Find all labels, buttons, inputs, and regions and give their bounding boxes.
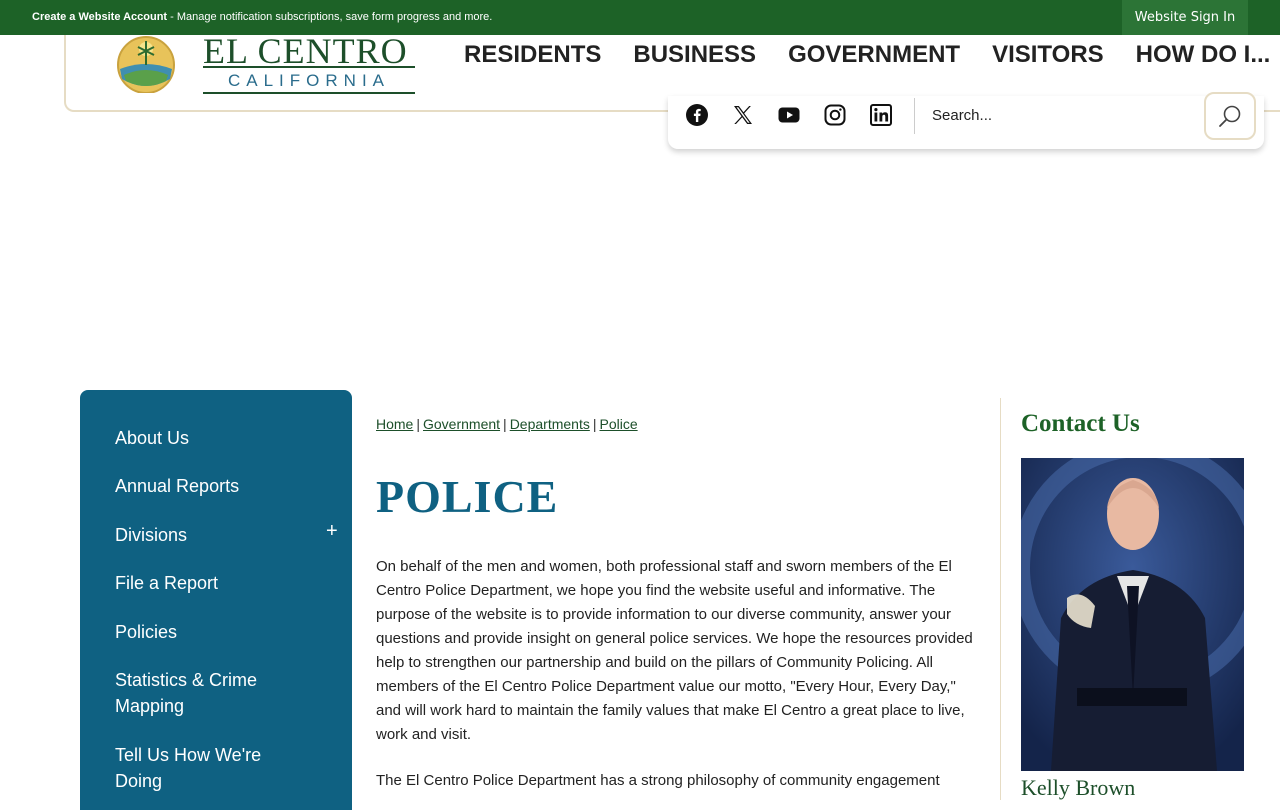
breadcrumb: Home | Government | Departments | Police	[376, 416, 638, 432]
notification-bar: Create a Website Account - Manage notifi…	[0, 0, 1280, 35]
search-input[interactable]	[932, 102, 1192, 128]
sidebar-item-policies[interactable]: Policies	[115, 619, 315, 645]
nav-government[interactable]: GOVERNMENT	[772, 40, 976, 70]
search-icon	[1219, 105, 1241, 127]
page-title: POLICE	[376, 471, 559, 522]
sidebar-item-tell-us-how-were-doing[interactable]: Tell Us How We're Doing	[115, 742, 275, 794]
social-links	[684, 102, 894, 128]
nav-how-do-i[interactable]: HOW DO I...	[1120, 40, 1280, 70]
police-chief-photo	[1021, 458, 1244, 771]
breadcrumb-home[interactable]: Home	[376, 416, 413, 432]
breadcrumb-departments[interactable]: Departments	[510, 416, 590, 432]
sidebar-item-file-a-report[interactable]: File a Report	[115, 570, 315, 596]
website-sign-in-button[interactable]: Website Sign In	[1122, 0, 1248, 35]
city-seal-logo[interactable]	[110, 35, 182, 93]
sidebar-item-divisions[interactable]: Divisions	[115, 522, 315, 548]
breadcrumb-separator: |	[503, 416, 507, 432]
intro-paragraph: On behalf of the men and women, both pro…	[376, 558, 973, 743]
sidebar-item-about-us[interactable]: About Us	[115, 425, 315, 451]
site-subtitle: CALIFORNIA	[203, 66, 415, 94]
search-button[interactable]	[1204, 92, 1256, 140]
create-account-link[interactable]: Create a Website Account	[32, 11, 167, 23]
nav-visitors[interactable]: VISITORS	[976, 40, 1120, 70]
sidebar-nav: About Us Annual Reports Divisions + File…	[80, 390, 352, 810]
divisions-expand-toggle[interactable]: +	[326, 520, 338, 543]
contact-name: Kelly Brown	[1021, 775, 1136, 800]
tools-divider	[914, 98, 915, 134]
x-icon[interactable]	[730, 102, 756, 128]
breadcrumb-separator: |	[592, 416, 597, 432]
column-divider	[1000, 398, 1001, 800]
sidebar-item-statistics-crime-mapping[interactable]: Statistics & Crime Mapping	[115, 667, 275, 719]
breadcrumb-government[interactable]: Government	[423, 416, 500, 432]
main-navigation: RESIDENTS BUSINESS GOVERNMENT VISITORS H…	[448, 40, 1280, 70]
youtube-icon[interactable]	[776, 102, 802, 128]
social-search-panel	[668, 92, 1264, 149]
breadcrumb-police[interactable]: Police	[599, 416, 637, 432]
instagram-icon[interactable]	[822, 102, 848, 128]
contact-us-heading: Contact Us	[1021, 410, 1140, 437]
notification-message: Create a Website Account - Manage notifi…	[32, 11, 492, 23]
nav-business[interactable]: BUSINESS	[617, 40, 772, 70]
linkedin-icon[interactable]	[868, 102, 894, 128]
facebook-icon[interactable]	[684, 102, 710, 128]
nav-residents[interactable]: RESIDENTS	[448, 40, 617, 70]
second-paragraph: The El Centro Police Department has a st…	[376, 772, 940, 789]
notification-text: - Manage notification subscriptions, sav…	[167, 11, 493, 23]
sidebar-item-annual-reports[interactable]: Annual Reports	[115, 473, 315, 499]
breadcrumb-separator: |	[416, 416, 420, 432]
